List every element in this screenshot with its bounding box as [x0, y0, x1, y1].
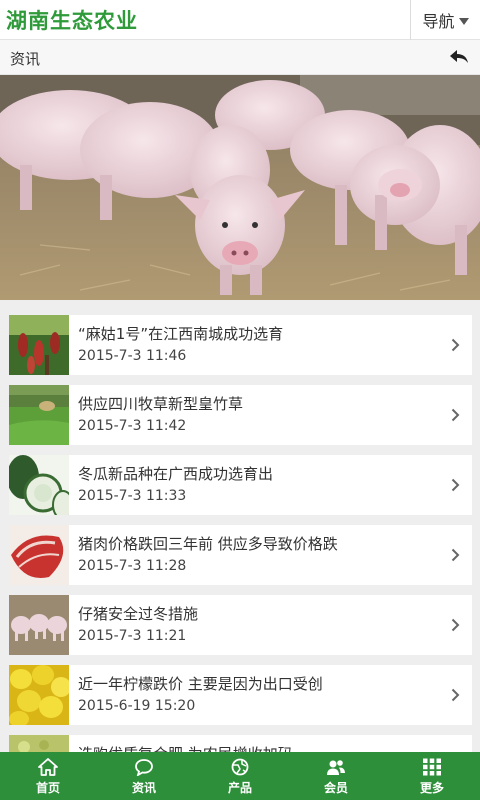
lemons-thumb-icon	[9, 665, 69, 725]
list-item[interactable]: 冬瓜新品种在广西成功选育出 2015-7-3 11:33	[9, 455, 472, 515]
news-title: 选购优质复合肥 为农民增收加码	[78, 743, 293, 752]
caret-down-icon	[458, 17, 469, 25]
list-item[interactable]: 仔猪安全过冬措施 2015-7-3 11:21	[9, 595, 472, 655]
news-thumbnail	[9, 665, 69, 725]
news-title: 供应四川牧草新型皇竹草	[78, 395, 244, 413]
chevron-right-icon	[451, 548, 460, 562]
news-thumbnail	[9, 525, 69, 585]
news-thumbnail	[9, 315, 69, 375]
news-list: “麻姑1号”在江西南城成功选育 2015-7-3 11:46 供应四川牧草新型皇…	[0, 300, 480, 752]
list-item[interactable]: 猪肉价格跌回三年前 供应多导致价格跌 2015-7-3 11:28	[9, 525, 472, 585]
grid-icon	[423, 758, 441, 776]
news-date: 2015-6-19 15:20	[78, 698, 196, 714]
tab-news[interactable]: 资讯	[96, 752, 192, 800]
fertilizer-thumb-icon	[9, 735, 69, 752]
users-icon	[327, 760, 345, 775]
site-logo[interactable]: 湖南生态农业	[6, 5, 138, 35]
news-title: “麻姑1号”在江西南城成功选育	[78, 325, 284, 343]
grass-field-thumb-icon	[9, 385, 69, 445]
tab-label: 会员	[323, 781, 348, 795]
chevron-right-icon	[451, 408, 460, 422]
chevron-right-icon	[451, 478, 460, 492]
tab-label: 产品	[227, 781, 252, 795]
news-thumbnail	[9, 595, 69, 655]
nav-menu-label: 导航	[422, 12, 455, 31]
tab-more[interactable]: 更多	[384, 752, 480, 800]
list-item[interactable]: 近一年柠檬跌价 主要是因为出口受创 2015-6-19 15:20	[9, 665, 472, 725]
wax-gourd-thumb-icon	[9, 455, 69, 515]
list-item[interactable]: 供应四川牧草新型皇竹草 2015-7-3 11:42	[9, 385, 472, 445]
tab-label: 首页	[35, 781, 60, 795]
tab-products[interactable]: 产品	[192, 752, 288, 800]
list-item[interactable]: “麻姑1号”在江西南城成功选育 2015-7-3 11:46	[9, 315, 472, 375]
nav-menu-button[interactable]: 导航	[410, 0, 480, 40]
news-title: 仔猪安全过冬措施	[78, 605, 199, 623]
news-date: 2015-7-3 11:42	[78, 418, 187, 434]
news-date: 2015-7-3 11:33	[78, 488, 187, 504]
pork-thumb-icon	[9, 525, 69, 585]
news-thumbnail	[9, 455, 69, 515]
chevron-right-icon	[451, 688, 460, 702]
section-bar: 资讯	[0, 40, 480, 75]
fruit-tree-thumb-icon	[9, 315, 69, 375]
news-title: 冬瓜新品种在广西成功选育出	[78, 465, 274, 483]
chat-icon	[135, 759, 153, 776]
news-date: 2015-7-3 11:21	[78, 628, 187, 644]
globe-icon	[231, 758, 249, 776]
chevron-right-icon	[451, 338, 460, 352]
piglets-thumb-icon	[9, 595, 69, 655]
tab-members[interactable]: 会员	[288, 752, 384, 800]
list-item[interactable]: 选购优质复合肥 为农民增收加码	[9, 735, 472, 752]
top-header: 湖南生态农业 导航	[0, 0, 480, 40]
section-title: 资讯	[10, 50, 41, 68]
banner-image[interactable]	[0, 75, 480, 300]
news-title: 近一年柠檬跌价 主要是因为出口受创	[78, 675, 323, 693]
news-thumbnail	[9, 735, 69, 752]
tab-label: 更多	[419, 781, 444, 795]
tab-label: 资讯	[131, 781, 156, 795]
tab-home[interactable]: 首页	[0, 752, 96, 800]
bottom-tab-bar: 首页 资讯 产品 会员 更多	[0, 752, 480, 800]
news-thumbnail	[9, 385, 69, 445]
back-arrow-icon[interactable]	[448, 48, 470, 66]
home-icon	[38, 758, 58, 776]
news-date: 2015-7-3 11:28	[78, 558, 187, 574]
chevron-right-icon	[451, 618, 460, 632]
news-date: 2015-7-3 11:46	[78, 348, 187, 364]
news-title: 猪肉价格跌回三年前 供应多导致价格跌	[78, 535, 338, 553]
piglets-photo	[0, 75, 480, 300]
